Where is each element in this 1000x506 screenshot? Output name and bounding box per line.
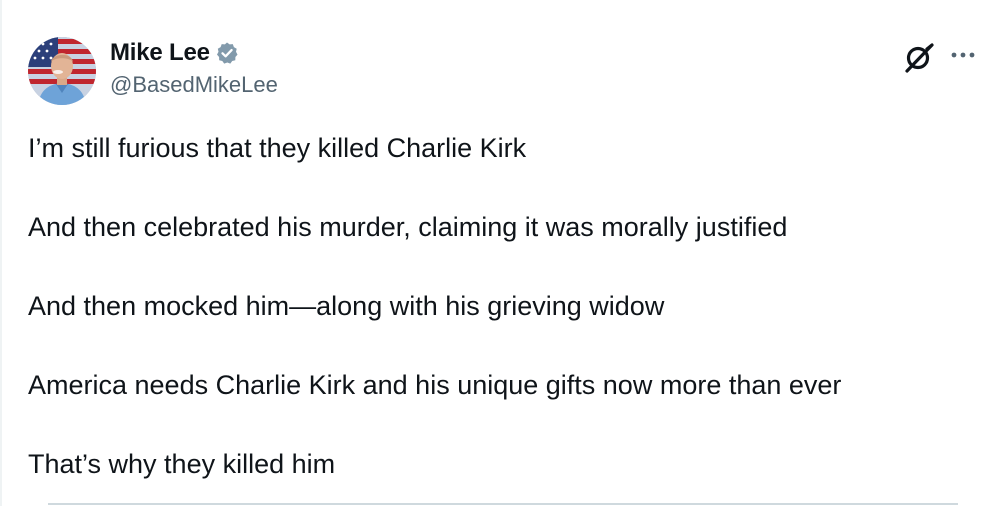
more-options-icon[interactable] (946, 45, 980, 65)
author-block: Mike Lee @BasedMikeLee (110, 36, 278, 98)
tweet-line-4: America needs Charlie Kirk and his uniqu… (28, 370, 842, 400)
handle[interactable]: @BasedMikeLee (110, 72, 278, 98)
display-name[interactable]: Mike Lee (110, 39, 210, 67)
divider (48, 503, 958, 505)
verified-badge-icon[interactable] (215, 41, 239, 65)
avatar-image (28, 37, 96, 105)
tweet-line-1: I’m still furious that they killed Charl… (28, 133, 527, 163)
tweet-line-2: And then celebrated his murder, claiming… (28, 212, 788, 242)
tweet-text: I’m still furious that they killed Charl… (28, 128, 968, 506)
grok-icon[interactable] (901, 40, 937, 76)
card-border (0, 0, 2, 506)
tweet-line-3: And then mocked him—along with his griev… (28, 291, 665, 321)
avatar[interactable] (28, 37, 96, 105)
tweet-card: Mike Lee @BasedMikeLee I’m still furious… (0, 0, 1000, 506)
name-row: Mike Lee (110, 36, 278, 70)
tweet-line-5: That’s why they killed him (28, 449, 336, 479)
